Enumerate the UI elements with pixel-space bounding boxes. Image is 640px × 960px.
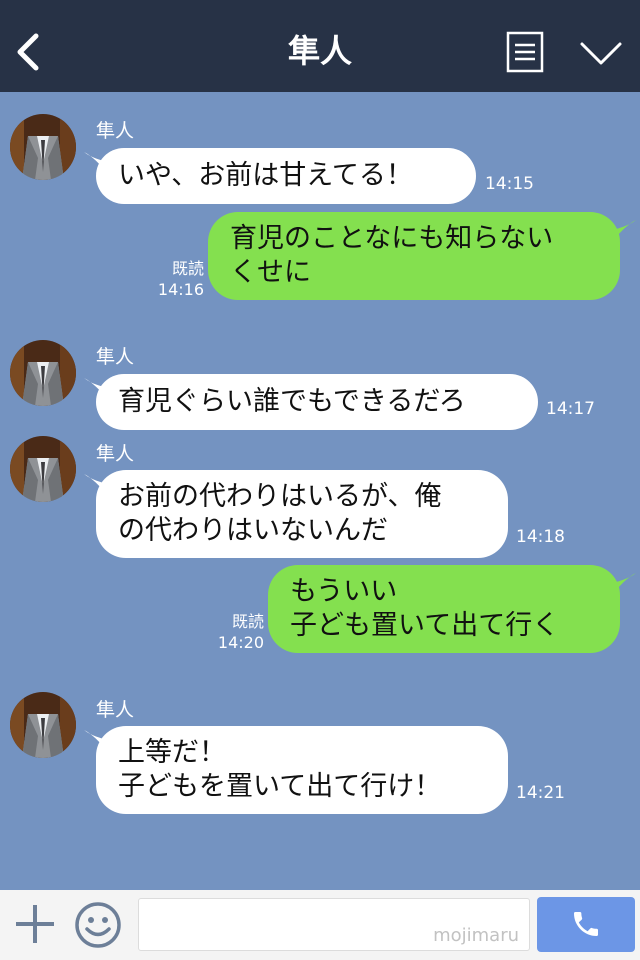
read-label: 既読 [171, 259, 204, 278]
phone-icon [574, 912, 598, 936]
message-text-line: くせに [230, 257, 311, 288]
message-time: 14:15 [485, 174, 534, 194]
message-text-line: もういい [290, 576, 398, 607]
message-text-line: 育児ぐらい誰でもできるだろ [118, 386, 466, 417]
message-bubble[interactable]: お前の代わりはいるが、俺 の代わりはいないんだ [96, 470, 508, 558]
message-time: 14:16 [157, 280, 204, 299]
smile-icon[interactable] [74, 901, 122, 949]
menu-icon[interactable] [506, 31, 544, 73]
read-label: 既読 [231, 612, 264, 631]
message-text-line: お前の代わりはいるが、俺 [118, 481, 442, 512]
avatar[interactable] [10, 340, 76, 406]
message-time: 14:20 [217, 633, 264, 652]
read-receipt: 既読 14:20 [200, 611, 264, 653]
message-text-line: 子ども置いて出て行く [290, 610, 560, 641]
message-bubble[interactable]: もういい 子ども置いて出て行く [268, 565, 620, 653]
message-text-line: いや、お前は甘えてる！ [118, 160, 413, 191]
message-bubble[interactable]: 上等だ！ 子どもを置いて出て行け！ [96, 726, 508, 814]
message-text-line: 育児のことなにも知らない [230, 223, 554, 254]
bubble-tail [612, 573, 636, 595]
message-input[interactable]: mojimaru [138, 898, 530, 951]
avatar[interactable] [10, 692, 76, 758]
chat-area[interactable]: 隼人 いや、お前は甘えてる！ 14:15 育児のことなにも知らない くせに 既読… [0, 92, 640, 890]
message-text-line: の代わりはいないんだ [118, 515, 388, 546]
chevron-down-icon[interactable] [578, 38, 624, 68]
read-receipt: 既読 14:16 [140, 258, 204, 300]
sender-name: 隼人 [96, 346, 135, 368]
message-bubble[interactable]: 育児のことなにも知らない くせに [208, 212, 620, 300]
watermark: mojimaru [433, 925, 519, 946]
avatar[interactable] [10, 114, 76, 180]
plus-icon[interactable] [14, 903, 56, 945]
sender-name: 隼人 [96, 443, 135, 465]
message-text-line: 上等だ！ [118, 737, 226, 768]
message-text-line: 子どもを置いて出て行け！ [118, 771, 442, 802]
chat-title: 隼人 [287, 32, 352, 70]
message-time: 14:21 [516, 783, 565, 803]
bubble-tail [612, 220, 636, 242]
sender-name: 隼人 [96, 699, 135, 721]
avatar[interactable] [10, 436, 76, 502]
message-bubble[interactable]: いや、お前は甘えてる！ [96, 148, 476, 204]
chat-header: 隼人 [0, 0, 640, 92]
message-time: 14:18 [516, 527, 565, 547]
message-time: 14:17 [546, 399, 595, 419]
sender-name: 隼人 [96, 120, 135, 142]
call-button[interactable] [537, 897, 635, 952]
message-bubble[interactable]: 育児ぐらい誰でもできるだろ [96, 374, 538, 430]
